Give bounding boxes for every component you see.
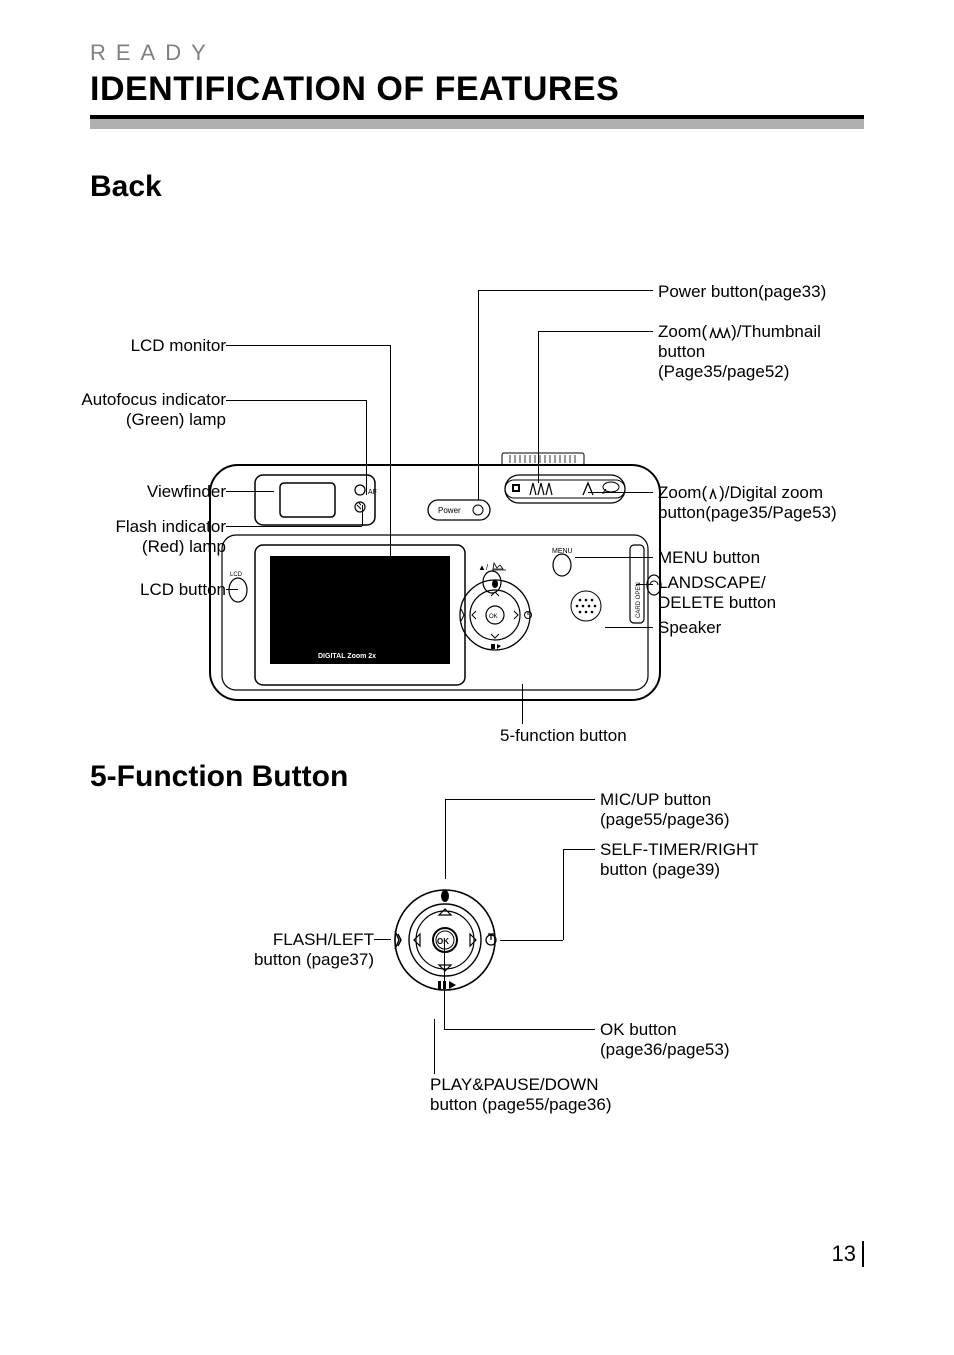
label-5-function-bottom: 5-function button: [500, 726, 627, 746]
leader: [478, 290, 653, 291]
text-lcd: LCD: [230, 572, 243, 578]
svg-text:OK: OK: [489, 614, 498, 620]
leader: [445, 799, 595, 800]
leader: [500, 940, 563, 941]
label-zoom-digital: Zoom()/Digital zoom button(page35/Page53…: [658, 483, 837, 523]
label-menu-button: MENU button: [658, 548, 760, 568]
svg-text:▲/: ▲/: [478, 563, 489, 572]
label-power-button: Power button(page33): [658, 282, 826, 302]
label-zoom-digital-line1: Zoom()/Digital zoom: [658, 483, 823, 502]
text-card-open: CARD OPEN: [636, 582, 642, 618]
label-mic-up: MIC/UP button (page55/page36): [600, 790, 730, 830]
label-mic-up-line2: (page55/page36): [600, 810, 730, 829]
text-power: Power: [438, 506, 461, 515]
label-af-indicator: Autofocus indicator (Green) lamp: [81, 390, 226, 430]
leader: [444, 1029, 595, 1030]
label-ok-line2: (page36/page53): [600, 1040, 730, 1059]
label-play-pause-down: PLAY&PAUSE/DOWN button (page55/page36): [430, 1075, 612, 1115]
page-number: 13: [832, 1241, 864, 1267]
label-landscape-delete-line1: LANDSCAPE/: [658, 573, 766, 592]
zoom-tele-icon: [707, 488, 719, 500]
text-digital-zoom: DIGITAL Zoom 2x: [318, 653, 376, 660]
label-flash-left-line1: FLASH/LEFT: [273, 930, 374, 949]
label-zoom-thumbnail-line1: Zoom()/Thumbnail: [658, 322, 821, 341]
label-af-indicator-line2: (Green) lamp: [126, 410, 226, 429]
label-zoom-thumbnail-line2: button: [658, 342, 705, 361]
subhead-5-function: 5-Function Button: [90, 760, 348, 794]
zoom-wide-icon: [707, 327, 731, 339]
leader: [563, 849, 595, 850]
title-block: IDENTIFICATION OF FEATURES: [90, 70, 864, 129]
title-rule-gray: [90, 119, 864, 129]
label-af-indicator-line1: Autofocus indicator: [81, 390, 226, 409]
label-self-timer-right: SELF-TIMER/RIGHT button (page39): [600, 840, 759, 880]
section-label: READY: [90, 40, 216, 66]
text-ok-dial: OK: [437, 937, 449, 946]
label-flash-left: FLASH/LEFT button (page37): [254, 930, 374, 970]
leader: [226, 345, 390, 346]
label-zoom-thumbnail: Zoom()/Thumbnail button (Page35/page52): [658, 322, 821, 382]
leader: [563, 849, 564, 940]
text-af: AF: [368, 489, 377, 496]
speaker-icon: [576, 599, 597, 614]
label-ok-line1: OK button: [600, 1020, 677, 1039]
label-lcd-monitor: LCD monitor: [131, 336, 226, 356]
label-play-pause-line2: button (page55/page36): [430, 1095, 612, 1114]
label-flash-left-line2: button (page37): [254, 950, 374, 969]
label-self-timer-line2: button (page39): [600, 860, 720, 879]
leader: [226, 400, 366, 401]
leader: [434, 1019, 435, 1074]
subhead-back: Back: [90, 170, 162, 204]
label-mic-up-line1: MIC/UP button: [600, 790, 711, 809]
label-zoom-thumbnail-line3: (Page35/page52): [658, 362, 789, 381]
page-title: IDENTIFICATION OF FEATURES: [90, 70, 864, 109]
leader: [538, 331, 653, 332]
label-landscape-delete-line2: DELETE button: [658, 593, 776, 612]
label-ok-button: OK button (page36/page53): [600, 1020, 730, 1060]
leader: [445, 799, 446, 879]
label-zoom-digital-line2: button(page35/Page53): [658, 503, 837, 522]
five-function-diagram: OK: [385, 870, 505, 1020]
label-landscape-delete: LANDSCAPE/ DELETE button: [658, 573, 776, 613]
camera-back-diagram: AF DIGITAL Zoom 2x LCD Power MENU ▲/ OK: [200, 450, 670, 710]
label-self-timer-line1: SELF-TIMER/RIGHT: [600, 840, 759, 859]
label-play-pause-line1: PLAY&PAUSE/DOWN: [430, 1075, 598, 1094]
